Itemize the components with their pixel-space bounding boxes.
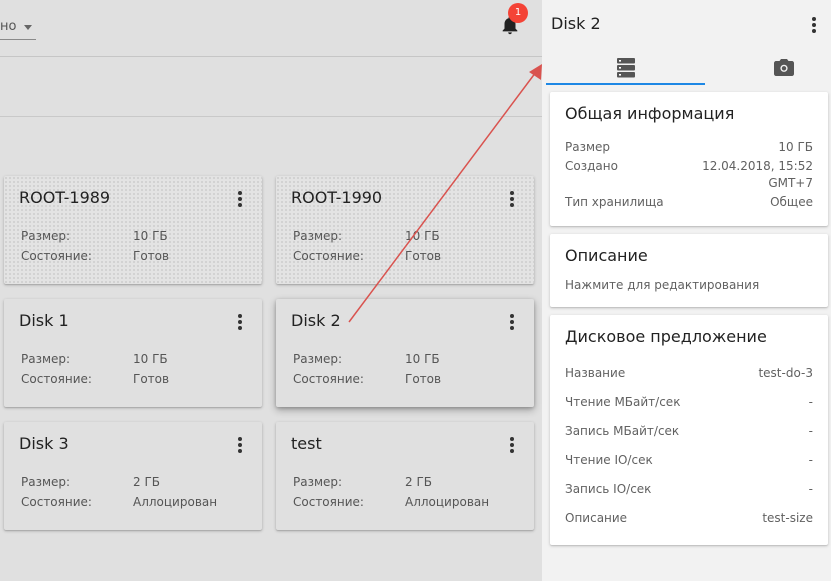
size-label: Размер: [293, 229, 343, 243]
general-info-card: Общая информация Размер 10 ГБ Создано 12… [550, 92, 828, 226]
details-sidebar: Disk 2 Общая информация Размер 10 ГБ Соз… [542, 0, 831, 581]
offering-description-value: test-size [762, 511, 813, 525]
more-vert-icon[interactable] [232, 436, 248, 454]
state-value: Готов [133, 372, 170, 386]
write-mbps-value: - [808, 424, 813, 438]
sidebar-title: Disk 2 [551, 14, 601, 33]
state-value: Аллоцирован [133, 495, 218, 509]
card-title: ROOT-1989 [19, 188, 111, 207]
read-mbps-label: Чтение МБайт/сек [565, 395, 681, 409]
created-value: 12.04.2018, 15:52 [702, 159, 813, 173]
created-label: Создано [565, 159, 618, 173]
read-iops-value: - [808, 453, 813, 467]
card-title: ROOT-1990 [291, 188, 383, 207]
disk-card-root-1989[interactable]: ROOT-1989 Размер: 10 ГБ Состояние: Готов [4, 176, 262, 284]
state-label: Состояние: [21, 495, 92, 509]
write-iops-label: Запись IO/сек [565, 482, 652, 496]
size-value: 10 ГБ [133, 229, 168, 243]
size-value: 10 ГБ [778, 140, 813, 154]
size-label: Размер: [21, 229, 71, 243]
sidebar-header: Disk 2 [542, 0, 831, 48]
storage-type-value: Общее [770, 195, 813, 209]
card-heading: Дисковое предложение [565, 327, 767, 346]
size-label: Размер: [293, 352, 343, 366]
offering-name-label: Название [565, 366, 626, 380]
state-label: Состояние: [293, 495, 364, 509]
size-label: Размер: [21, 352, 71, 366]
read-mbps-value: - [808, 395, 813, 409]
camera-icon [774, 59, 794, 76]
description-card[interactable]: Описание Нажмите для редактирования [550, 234, 828, 307]
more-vert-icon[interactable] [504, 313, 520, 331]
disk-card-root-1990[interactable]: ROOT-1990 Размер: 10 ГБ Состояние: Готов [276, 176, 534, 284]
size-value: 2 ГБ [133, 475, 160, 489]
size-value: 10 ГБ [133, 352, 168, 366]
size-value: 2 ГБ [405, 475, 432, 489]
offering-description-label: Описание [565, 511, 628, 525]
size-label: Размер: [21, 475, 71, 489]
more-vert-icon[interactable] [504, 436, 520, 454]
disk-card-disk-3[interactable]: Disk 3 Размер: 2 ГБ Состояние: Аллоциров… [4, 422, 262, 530]
tab-details[interactable] [542, 48, 686, 86]
state-label: Состояние: [21, 372, 92, 386]
read-iops-label: Чтение IO/сек [565, 453, 653, 467]
tab-snapshots[interactable] [686, 48, 830, 86]
storage-icon [617, 58, 635, 78]
offering-name-value: test-do-3 [758, 366, 813, 380]
state-value: Готов [133, 249, 170, 263]
size-label: Размер: [293, 475, 343, 489]
state-label: Состояние: [293, 372, 364, 386]
state-label: Состояние: [21, 249, 92, 263]
sidebar-tabs [542, 48, 831, 86]
card-title: Disk 1 [19, 311, 69, 330]
card-heading: Общая информация [565, 104, 735, 123]
more-vert-icon[interactable] [806, 16, 822, 34]
state-value: Готов [405, 249, 442, 263]
top-toolbar: но 1 [0, 0, 542, 57]
main-area: но 1 ROOT-1989 Размер: 10 ГБ Состояние: … [0, 0, 542, 581]
state-value: Готов [405, 372, 442, 386]
card-heading: Описание [565, 246, 648, 265]
storage-type-label: Тип хранилища [565, 195, 664, 209]
filter-select-value: но [0, 19, 17, 34]
filter-select[interactable]: но [0, 15, 36, 40]
card-title: Disk 3 [19, 434, 69, 453]
chevron-down-icon [24, 25, 32, 30]
disk-card-test[interactable]: test Размер: 2 ГБ Состояние: Аллоцирован [276, 422, 534, 530]
created-timezone: GMT+7 [768, 176, 813, 190]
description-edit-hint[interactable]: Нажмите для редактирования [565, 278, 759, 292]
size-value: 10 ГБ [405, 229, 440, 243]
more-vert-icon[interactable] [232, 313, 248, 331]
card-title: test [291, 434, 322, 453]
card-title: Disk 2 [291, 311, 341, 330]
state-label: Состояние: [293, 249, 364, 263]
active-tab-indicator [546, 83, 705, 85]
write-mbps-label: Запись МБайт/сек [565, 424, 680, 438]
notification-badge: 1 [508, 3, 528, 23]
divider [0, 116, 542, 117]
state-value: Аллоцирован [405, 495, 490, 509]
disk-offering-card: Дисковое предложение Название test-do-3 … [550, 315, 828, 545]
size-label: Размер [565, 140, 611, 154]
more-vert-icon[interactable] [232, 190, 248, 208]
write-iops-value: - [808, 482, 813, 496]
disk-card-disk-2[interactable]: Disk 2 Размер: 10 ГБ Состояние: Готов [276, 299, 534, 407]
size-value: 10 ГБ [405, 352, 440, 366]
more-vert-icon[interactable] [504, 190, 520, 208]
disk-card-disk-1[interactable]: Disk 1 Размер: 10 ГБ Состояние: Готов [4, 299, 262, 407]
